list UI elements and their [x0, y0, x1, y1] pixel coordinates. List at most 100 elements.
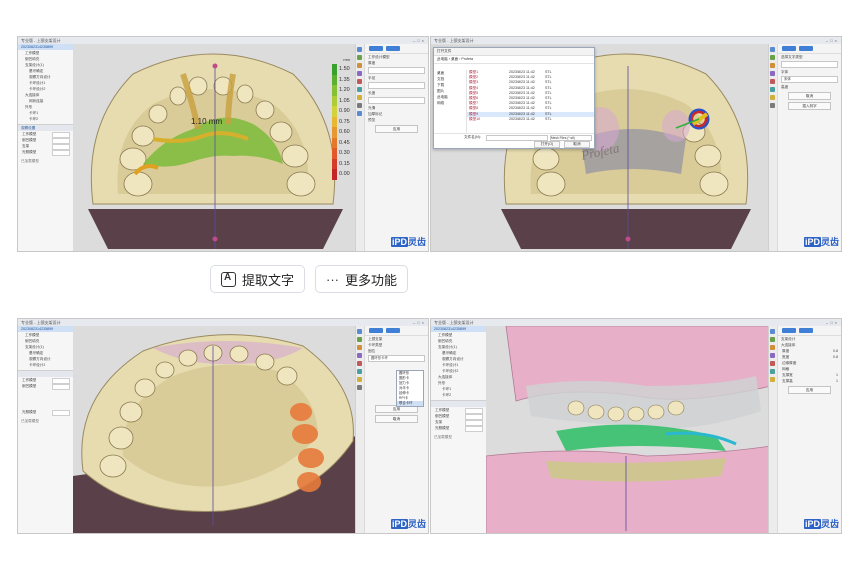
field-label: 长度	[368, 91, 376, 95]
prev-step-button[interactable]	[369, 328, 383, 333]
more-functions-button[interactable]: ··· 更多功能	[315, 265, 409, 293]
3d-viewport[interactable]	[73, 326, 358, 533]
rotate-icon[interactable]	[770, 337, 775, 342]
prev-step-button[interactable]	[782, 46, 796, 51]
measure-icon[interactable]	[770, 361, 775, 366]
cancel-button[interactable]: 取消	[375, 415, 418, 423]
window-controls[interactable]: –□×	[826, 37, 839, 44]
screenshot-panel-1: 专业版 - 上颌支架设计 –□× 2023082314235899 工作模型 倒…	[17, 36, 429, 252]
step-navigation[interactable]	[365, 44, 428, 54]
radius-input[interactable]	[368, 82, 425, 89]
scale-tick: 1.20	[339, 87, 350, 94]
prop-row[interactable]: 光照模型	[18, 409, 73, 416]
next-step-button[interactable]	[386, 328, 400, 333]
3d-viewport[interactable]: 1.10 mm mm 1.50 1.35 1.20 1.05 0.90 0.75…	[73, 44, 358, 251]
dialog-footer: 文件名(N): Mesh Files (*.stl) 打开(O) 取消	[434, 133, 594, 148]
zoom-icon[interactable]	[357, 63, 362, 68]
next-step-button[interactable]	[386, 46, 400, 51]
layer-icon[interactable]	[357, 369, 362, 374]
layer-icon[interactable]	[357, 87, 362, 92]
next-step-button[interactable]	[799, 328, 813, 333]
length-input[interactable]	[368, 97, 425, 104]
next-step-button[interactable]	[799, 46, 813, 51]
clasp-type-select[interactable]: 圆环形卡环	[368, 355, 425, 362]
step-navigation[interactable]	[778, 326, 841, 336]
file-row[interactable]: 模型10 2023/8/23 11:42 STL	[467, 117, 594, 122]
paint-icon[interactable]	[770, 95, 775, 100]
prop-row[interactable]: 光照模型	[431, 425, 486, 432]
text-type-select[interactable]	[781, 61, 838, 68]
tree-item[interactable]: 卡环2	[431, 392, 486, 398]
apply-button[interactable]: 应用	[375, 125, 418, 133]
zoom-icon[interactable]	[357, 345, 362, 350]
3d-viewport[interactable]: Profeta 打开文件 此电脑 › 桌面 › Profeta 桌面 文档 下载…	[431, 44, 771, 251]
move-icon[interactable]	[357, 47, 362, 52]
step-navigation[interactable]	[365, 326, 428, 336]
rotate-icon[interactable]	[770, 55, 775, 60]
prev-step-button[interactable]	[369, 46, 383, 51]
apply-button[interactable]: 应用	[788, 386, 831, 394]
dialog-path[interactable]: 此电脑 › 桌面 › Profeta	[434, 56, 594, 64]
font-select[interactable]: 宋体	[781, 76, 838, 83]
dropdown-option-selected[interactable]: 联合卡环	[397, 401, 423, 406]
param-row[interactable]: 支撑高 1	[778, 378, 841, 384]
cut-icon[interactable]	[357, 103, 362, 108]
param-value[interactable]: 0.8	[833, 354, 838, 360]
properties-pane: 支架设计 大连接体 厚度 0.8 宽度 0.8 边缘厚度 网格 支撑宽 1 支撑高 1 …	[768, 326, 841, 533]
zoom-icon[interactable]	[770, 345, 775, 350]
view-icon[interactable]	[770, 71, 775, 76]
prop-slider[interactable]	[52, 150, 70, 156]
move-icon[interactable]	[770, 329, 775, 334]
field-label: 字体	[781, 70, 789, 74]
prop-slider[interactable]	[52, 410, 70, 416]
measure-icon[interactable]	[770, 79, 775, 84]
cancel-button[interactable]: 取消	[564, 141, 590, 148]
prop-slider[interactable]	[52, 384, 70, 390]
window-controls[interactable]: –□×	[413, 37, 426, 44]
rotate-icon[interactable]	[357, 55, 362, 60]
window-controls[interactable]: –□×	[826, 319, 839, 326]
prop-row[interactable]: 光照模型	[18, 149, 73, 156]
measure-icon[interactable]	[357, 79, 362, 84]
zoom-icon[interactable]	[770, 63, 775, 68]
layer-icon[interactable]	[770, 87, 775, 92]
prev-step-button[interactable]	[782, 328, 796, 333]
vertical-toolbar	[769, 326, 778, 533]
section-header: 观察设置	[18, 124, 73, 131]
thickness-input[interactable]	[368, 67, 425, 74]
cancel-button[interactable]: 取消	[788, 92, 831, 100]
prop-label: 倒凹模型	[22, 384, 37, 388]
scale-tick: 0.60	[339, 129, 350, 136]
3d-viewport[interactable]	[486, 326, 771, 533]
paint-icon[interactable]	[357, 95, 362, 100]
step-navigation[interactable]	[778, 44, 841, 54]
open-button[interactable]: 打开(O)	[534, 141, 560, 148]
paint-icon[interactable]	[770, 377, 775, 382]
layer-icon[interactable]	[770, 369, 775, 374]
measure-icon[interactable]	[357, 361, 362, 366]
tree-item[interactable]: 卡环2	[18, 116, 73, 122]
move-icon[interactable]	[357, 329, 362, 334]
param-value[interactable]: 1	[836, 378, 838, 384]
extract-text-button[interactable]: A 提取文字	[210, 265, 306, 293]
scale-tick: 1.35	[339, 76, 350, 83]
view-icon[interactable]	[357, 353, 362, 358]
dialog-sidebar-item[interactable]: 网络	[434, 100, 466, 106]
prop-slider[interactable]	[465, 426, 483, 432]
scale-unit: mm	[343, 57, 350, 62]
tree-item[interactable]: 卡环设计1	[18, 362, 73, 368]
move-icon[interactable]	[770, 47, 775, 52]
view-icon[interactable]	[770, 353, 775, 358]
prop-row[interactable]: 倒凹模型	[18, 383, 73, 390]
settings-icon[interactable]	[357, 111, 362, 116]
view-icon[interactable]	[357, 71, 362, 76]
logo-brand: iPD	[803, 519, 821, 529]
cut-icon[interactable]	[357, 385, 362, 390]
field-label: 高度	[781, 85, 789, 89]
window-controls[interactable]: –□×	[413, 319, 426, 326]
dental-model-render	[73, 326, 358, 533]
cut-icon[interactable]	[770, 103, 775, 108]
insert-engraving-button[interactable]: 插入刻字	[788, 102, 831, 110]
rotate-icon[interactable]	[357, 337, 362, 342]
paint-icon[interactable]	[357, 377, 362, 382]
